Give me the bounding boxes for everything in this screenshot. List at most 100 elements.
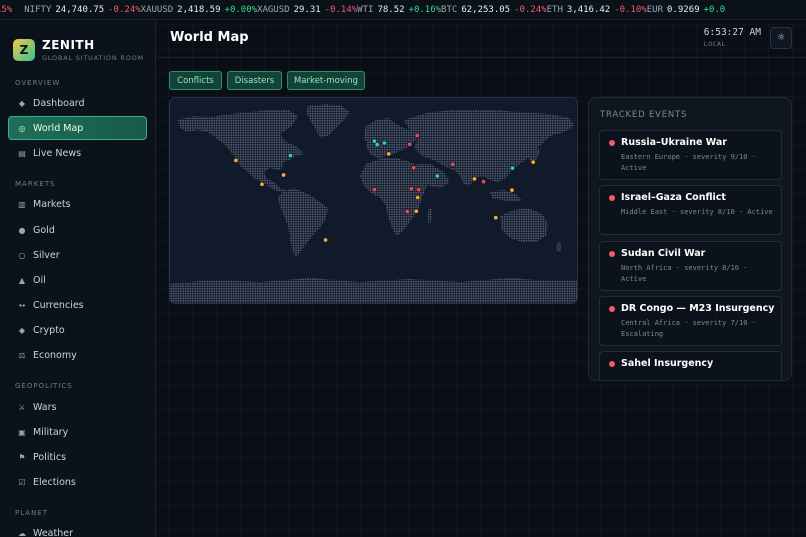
ticker-item[interactable]: XAUUSD 2,418.59 +0.00% xyxy=(141,0,257,19)
disaster-marker[interactable] xyxy=(281,172,287,178)
conflict-marker[interactable] xyxy=(408,186,414,192)
sidebar-item-world-map[interactable]: ◎ World Map xyxy=(8,116,147,140)
event-name: DR Congo — M23 Insurgency xyxy=(621,303,775,314)
ticker-item[interactable]: EUR 0.9269 +0.0 xyxy=(646,0,726,19)
filter-chip-market-moving[interactable]: Market-moving xyxy=(287,71,365,90)
sidebar-item-markets[interactable]: ▥ Markets xyxy=(8,192,147,216)
ticker-item[interactable]: XAGUSD 29.31 -0.14% xyxy=(257,0,357,19)
flag-icon: ⚑ xyxy=(18,452,26,462)
oil-icon: ▲ xyxy=(18,275,26,285)
sidebar-item-label: Military xyxy=(33,426,69,438)
brand[interactable]: Z ZENITH GLOBAL SITUATION ROOM xyxy=(13,38,144,62)
page-title: World Map xyxy=(170,30,249,45)
ballot-icon: ☑ xyxy=(18,477,26,487)
clock-timezone: LOCAL xyxy=(703,40,726,48)
sidebar-item-economy[interactable]: ⚖ Economy xyxy=(8,343,147,367)
conflict-marker[interactable] xyxy=(450,161,456,167)
event-card[interactable]: Sahel Insurgency xyxy=(599,351,782,380)
conflict-marker[interactable] xyxy=(481,179,487,185)
ticker-price: 0.9269 xyxy=(667,4,700,15)
ticker-item[interactable]: BTC 62,253.05 -0.24% xyxy=(441,0,547,19)
ticker-price: 29.31 xyxy=(293,4,321,15)
event-name: Sudan Civil War xyxy=(621,248,706,259)
silver-icon: ○ xyxy=(18,250,26,260)
sidebar-item-label: Dashboard xyxy=(33,97,85,109)
ticker-symbol: ETH xyxy=(546,4,563,15)
theme-toggle-button[interactable]: ☼ xyxy=(770,27,792,49)
page-header: World Map 6:53:27 AM LOCAL ☼ xyxy=(157,20,806,58)
event-card[interactable]: DR Congo — M23 Insurgency Central Africa… xyxy=(599,296,782,346)
conflict-marker[interactable] xyxy=(414,132,420,138)
filter-chip-conflicts[interactable]: Conflicts xyxy=(169,71,222,90)
market-marker[interactable] xyxy=(509,165,515,171)
ticker-item[interactable]: NIFTY 24,740.75 -0.24% xyxy=(24,0,140,19)
disaster-marker[interactable] xyxy=(323,237,329,243)
ticker-change: +0.0 xyxy=(703,4,726,15)
sidebar-item-dashboard[interactable]: ◆ Dashboard xyxy=(8,91,147,115)
landmass-australia xyxy=(500,208,548,242)
event-card[interactable]: Israel–Gaza Conflict Middle East · sever… xyxy=(599,185,782,235)
market-marker[interactable] xyxy=(434,173,440,179)
tracked-events-panel: TRACKED EVENTS Russia–Ukraine War Easter… xyxy=(588,97,792,381)
disaster-marker[interactable] xyxy=(386,151,392,157)
clock-time: 6:53:27 AM xyxy=(703,27,761,38)
sidebar-item-weather[interactable]: ☁ Weather xyxy=(8,521,147,537)
conflict-marker[interactable] xyxy=(416,187,422,193)
disaster-marker[interactable] xyxy=(415,195,421,201)
conflict-marker[interactable] xyxy=(404,209,410,215)
market-ticker: 15% NIFTY 24,740.75 -0.24% XAUUSD 2,418.… xyxy=(0,0,806,20)
ticker-symbol: EUR xyxy=(646,4,664,15)
swords-icon: ⚔ xyxy=(18,402,26,412)
market-marker[interactable] xyxy=(287,152,293,158)
market-marker[interactable] xyxy=(374,142,380,148)
landmass-north-america xyxy=(178,110,304,192)
sidebar-item-elections[interactable]: ☑ Elections xyxy=(8,470,147,494)
currencies-icon: ↔ xyxy=(18,300,26,310)
sidebar-item-politics[interactable]: ⚑ Politics xyxy=(8,445,147,469)
sidebar-item-currencies[interactable]: ↔ Currencies xyxy=(8,293,147,317)
sidebar-item-live-news[interactable]: ▤ Live News xyxy=(8,141,147,165)
ticker-item[interactable]: ETH 3,416.42 -0.10% xyxy=(546,0,647,19)
globe-icon: ◎ xyxy=(18,123,26,133)
sidebar-item-oil[interactable]: ▲ Oil xyxy=(8,268,147,292)
ticker-change: +0.16% xyxy=(408,4,442,15)
world-map[interactable] xyxy=(169,97,578,304)
disaster-marker[interactable] xyxy=(413,208,419,214)
event-meta: Eastern Europe · severity 9/10 · Active xyxy=(621,153,756,172)
conflict-marker[interactable] xyxy=(372,187,378,193)
ticker-symbol: WTI xyxy=(357,4,374,15)
brand-subtitle: GLOBAL SITUATION ROOM xyxy=(42,54,144,62)
conflict-marker[interactable] xyxy=(407,141,413,147)
disaster-marker[interactable] xyxy=(259,181,265,187)
sidebar-item-crypto[interactable]: ◆ Crypto xyxy=(8,318,147,342)
disaster-marker[interactable] xyxy=(471,176,477,182)
event-card[interactable]: Sudan Civil War North Africa · severity … xyxy=(599,241,782,291)
disaster-marker[interactable] xyxy=(509,187,515,193)
sidebar-item-silver[interactable]: ○ Silver xyxy=(8,243,147,267)
ticker-item[interactable]: WTI 78.52 +0.16% xyxy=(357,0,442,19)
sidebar-item-label: Weather xyxy=(33,527,73,537)
sidebar-item-military[interactable]: ▣ Military xyxy=(8,420,147,444)
ticker-price: 78.52 xyxy=(377,4,405,15)
brand-logo: Z xyxy=(13,39,35,61)
sidebar-item-label: Oil xyxy=(33,274,46,286)
nav-section-geopolitics: GEOPOLITICS xyxy=(15,382,73,390)
market-marker[interactable] xyxy=(381,140,387,146)
ticker-price: 3,416.42 xyxy=(566,4,611,15)
event-name: Sahel Insurgency xyxy=(621,358,714,369)
ticker-price: 62,253.05 xyxy=(461,4,511,15)
filter-chip-disasters[interactable]: Disasters xyxy=(227,71,282,90)
world-map-canvas[interactable] xyxy=(170,98,578,304)
event-card[interactable]: Russia–Ukraine War Eastern Europe · seve… xyxy=(599,130,782,180)
disaster-marker[interactable] xyxy=(493,215,499,221)
conflict-marker[interactable] xyxy=(411,165,417,171)
disaster-marker[interactable] xyxy=(530,159,536,165)
sidebar-item-wars[interactable]: ⚔ Wars xyxy=(8,395,147,419)
ticker-symbol: NIFTY xyxy=(24,4,52,15)
disaster-marker[interactable] xyxy=(233,157,239,163)
sidebar-item-gold[interactable]: ● Gold xyxy=(8,218,147,242)
crypto-icon: ◆ xyxy=(18,325,26,335)
ticker-change: -0.24% xyxy=(514,4,547,15)
ticker-item[interactable]: 15% xyxy=(0,0,12,19)
dashboard-icon: ◆ xyxy=(18,98,26,108)
